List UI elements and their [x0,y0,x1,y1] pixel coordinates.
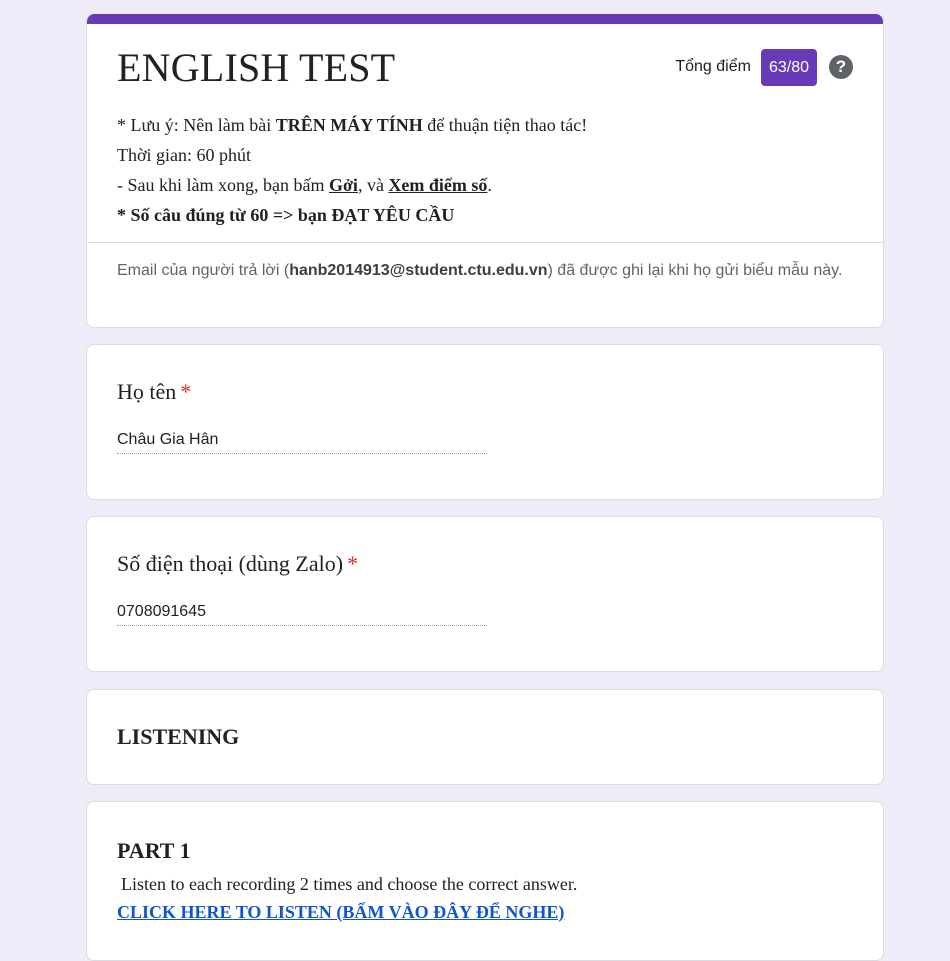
part-instruction: Listen to each recording 2 times and cho… [121,874,578,894]
question-card-phone: Số điện thoại (dùng Zalo) * 0708091645 [86,516,884,672]
description-line-4: * Số câu đúng từ 60 => bạn ĐẠT YÊU CẦU [117,205,455,225]
required-asterisk: * [180,379,192,404]
help-icon[interactable]: ? [829,55,853,79]
answer-name: Châu Gia Hân [117,431,487,454]
section-card-listening: LISTENING [86,689,884,785]
header-divider [87,242,883,243]
total-score: Tổng điểm 63/80 ? [675,48,853,86]
part-title: PART 1 [117,838,191,863]
answer-phone: 0708091645 [117,603,487,626]
accent-bar [87,14,883,24]
form-description: * Lưu ý: Nên làm bài TRÊN MÁY TÍNH để th… [117,110,587,230]
description-line-1: * Lưu ý: Nên làm bài TRÊN MÁY TÍNH để th… [117,115,588,135]
total-score-label: Tổng điểm [675,58,751,75]
part-1-card: PART 1 Listen to each recording 2 times … [86,801,884,961]
description-line-2: Thời gian: 60 phút [117,145,252,165]
section-title: LISTENING [117,724,240,749]
required-asterisk: * [347,551,359,576]
form-title: ENGLISH TEST [117,45,396,90]
listen-link[interactable]: CLICK HERE TO LISTEN (BẤM VÀO ĐÂY ĐỂ NGH… [117,902,564,923]
score-badge: 63/80 [760,48,817,86]
respondent-email-note: Email của người trả lời (hanb2014913@stu… [117,262,843,279]
question-card-name: Họ tên * Châu Gia Hân [86,344,884,500]
description-line-3: - Sau khi làm xong, bạn bấm Gởi, và Xem … [117,175,492,195]
form-header-card: ENGLISH TEST Tổng điểm 63/80 ? * Lưu ý: … [86,14,884,328]
respondent-email: hanb2014913@student.ctu.edu.vn [289,262,548,279]
question-title: Họ tên * [117,379,192,404]
question-title: Số điện thoại (dùng Zalo) * [117,551,359,576]
